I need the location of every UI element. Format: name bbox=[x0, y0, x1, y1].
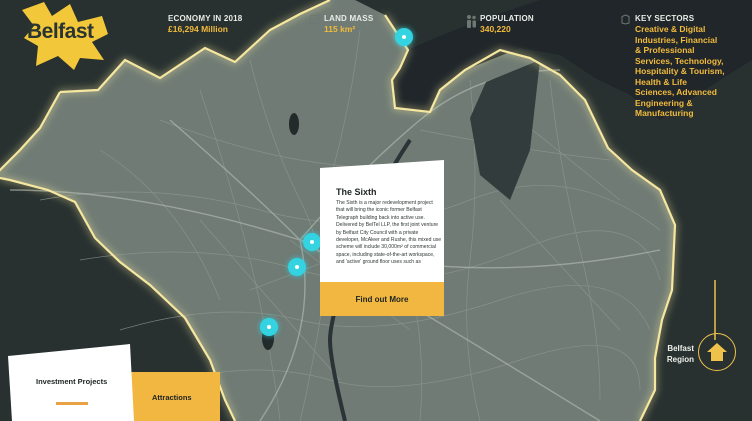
stat-label: POPULATION bbox=[480, 14, 534, 23]
stat-label: KEY SECTORS bbox=[635, 14, 695, 23]
project-pin-selected[interactable] bbox=[303, 233, 321, 251]
project-pin[interactable] bbox=[395, 28, 413, 46]
stat-value: 340,220 bbox=[480, 24, 511, 34]
project-pin[interactable] bbox=[260, 318, 278, 336]
stat-population: POPULATION 340,220 bbox=[467, 14, 534, 34]
card-title: The Sixth bbox=[336, 187, 377, 197]
stat-label: LAND MASS bbox=[324, 14, 374, 23]
sectors-icon bbox=[621, 14, 630, 25]
park bbox=[289, 113, 299, 135]
map-screen: Belfast ECONOMY IN 2018 £16,294 Million … bbox=[0, 0, 752, 421]
tab-label: Attractions bbox=[152, 393, 192, 402]
active-tab-indicator bbox=[56, 402, 88, 405]
project-card: The Sixth The Sixth is a major redevelop… bbox=[320, 160, 444, 316]
stat-value: £16,294 Million bbox=[168, 24, 228, 34]
home-icon bbox=[707, 343, 727, 361]
stat-label: ECONOMY IN 2018 bbox=[168, 14, 243, 23]
stat-key-sectors: KEY SECTORS Creative & Digital Industrie… bbox=[621, 14, 725, 119]
stat-economy: ECONOMY IN 2018 £16,294 Million bbox=[168, 14, 242, 34]
logo-wordmark: Belfast bbox=[27, 20, 94, 43]
region-label-line1: Belfast bbox=[667, 344, 694, 353]
region-label-line2: Region bbox=[666, 355, 694, 364]
stat-value: 115 km² bbox=[324, 24, 356, 34]
map-icon bbox=[309, 14, 320, 25]
region-label: Belfast Region bbox=[660, 343, 694, 365]
project-pin[interactable] bbox=[288, 258, 306, 276]
tab-attractions[interactable]: Attractions bbox=[128, 372, 220, 421]
tab-investment-projects[interactable]: Investment Projects bbox=[8, 344, 134, 421]
card-description: The Sixth is a major redevelopment proje… bbox=[336, 200, 442, 266]
people-icon bbox=[467, 15, 476, 28]
region-home-button[interactable] bbox=[698, 333, 736, 371]
stat-value: Creative & Digital Industries, Financial… bbox=[635, 24, 725, 118]
tab-label: Investment Projects bbox=[36, 377, 108, 386]
stat-land-mass: LAND MASS 115 km² bbox=[309, 14, 374, 34]
find-out-more-button[interactable]: Find out More bbox=[320, 282, 444, 316]
